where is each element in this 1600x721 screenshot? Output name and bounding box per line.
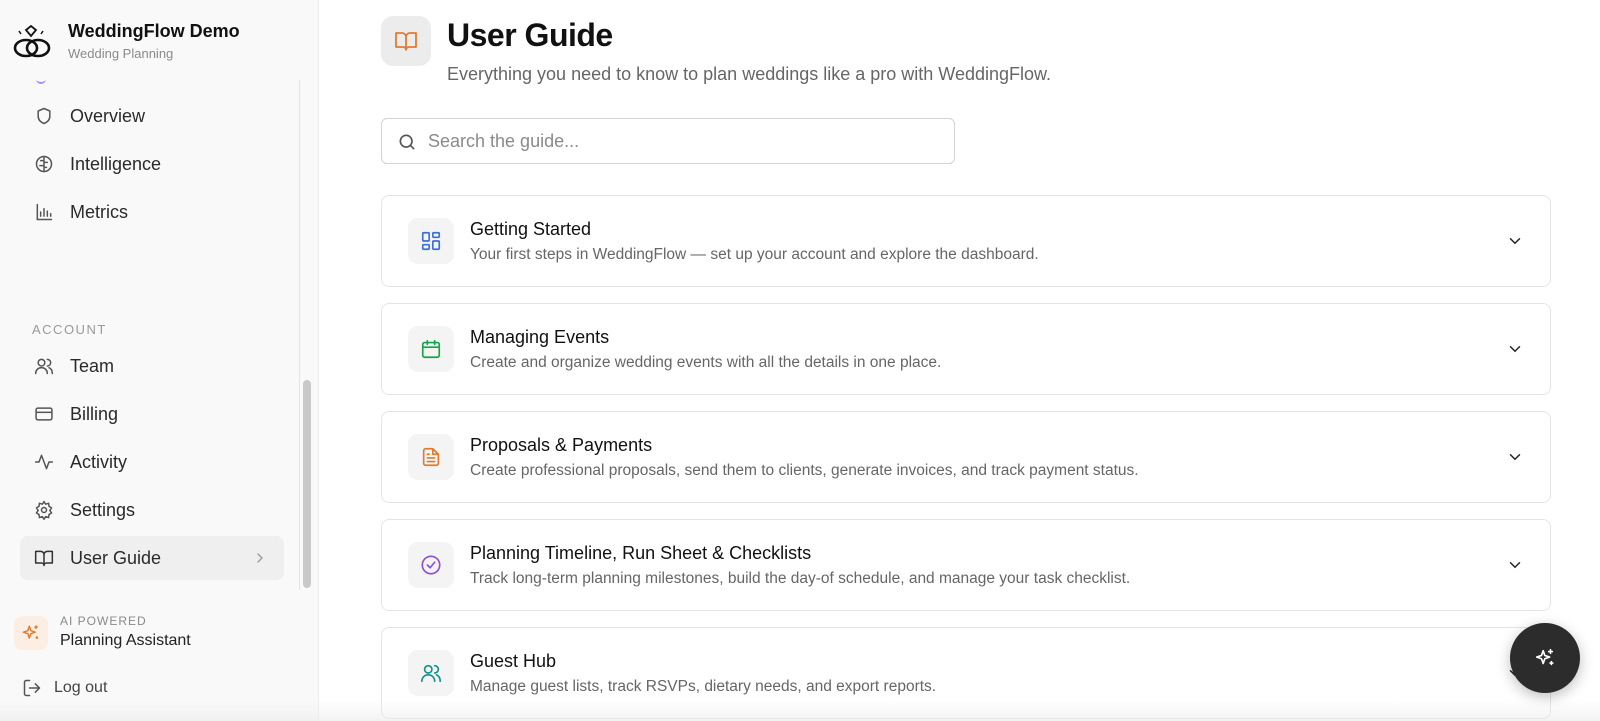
guide-section-getting-started[interactable]: Getting Started Your first steps in Wedd… (381, 195, 1551, 287)
sidebar-item-label: Activity (70, 452, 128, 472)
ai-kicker: AI POWERED (60, 614, 147, 628)
ai-assistant-fab[interactable] (1510, 623, 1580, 693)
logout-icon (23, 679, 41, 697)
sidebar-item-settings[interactable]: Settings (20, 488, 284, 532)
section-description: Create professional proposals, send them… (470, 462, 1139, 479)
section-description: Your first steps in WeddingFlow — set up… (470, 246, 1039, 263)
sidebar-item-intelligence[interactable]: Intelligence (20, 142, 284, 186)
sidebar-item-billing[interactable]: Billing (20, 392, 284, 436)
sidebar-item-label: Team (70, 356, 115, 376)
sidebar-item-label: Intelligence (70, 154, 162, 174)
layout-grid-icon (408, 218, 454, 264)
logout-button[interactable]: Log out (22, 677, 222, 699)
shield-icon (37, 107, 51, 125)
sidebar-item-team[interactable]: Team (20, 344, 284, 388)
sidebar-item-label: User Guide (70, 548, 162, 568)
chevron-down-icon[interactable] (1506, 340, 1524, 358)
sparkles-icon (14, 616, 48, 650)
credit-card-icon (35, 407, 53, 421)
sidebar-scrollbar[interactable] (303, 380, 311, 588)
check-circle-icon (408, 542, 454, 588)
guide-section-guest-hub[interactable]: Guest Hub Manage guest lists, track RSVP… (381, 627, 1551, 719)
sidebar: WeddingFlow Demo Wedding Planning Overvi… (0, 0, 319, 721)
logout-label: Log out (54, 679, 108, 696)
users-icon (34, 358, 54, 375)
bar-chart-icon (36, 203, 53, 221)
search-box[interactable] (381, 118, 955, 164)
section-title: Proposals & Payments (470, 435, 653, 455)
search-input[interactable] (428, 127, 928, 155)
guide-section-managing-events[interactable]: Managing Events Create and organize wedd… (381, 303, 1551, 395)
calendar-icon (408, 326, 454, 372)
sidebar-item-overview[interactable]: Overview (20, 94, 284, 138)
sidebar-item-activity[interactable]: Activity (20, 440, 284, 484)
guide-section-proposals-payments[interactable]: Proposals & Payments Create professional… (381, 411, 1551, 503)
sidebar-item-metrics[interactable]: Metrics (20, 190, 284, 234)
book-open-icon (34, 550, 54, 567)
sidebar-item-label: Overview (70, 106, 146, 126)
chevron-down-icon[interactable] (1506, 448, 1524, 466)
sidebar-scroll-track (299, 80, 300, 590)
ai-title: Planning Assistant (60, 632, 191, 649)
page-title: User Guide (447, 17, 613, 53)
sidebar-item-label: Billing (70, 404, 119, 424)
sidebar-item-label: Settings (70, 500, 136, 520)
brain-icon (35, 155, 53, 173)
ai-assistant-link[interactable]: AI POWERED Planning Assistant (14, 614, 294, 652)
page-subtitle: Everything you need to know to plan wedd… (447, 64, 1052, 84)
section-title: Managing Events (470, 327, 610, 347)
sidebar-item-label: Metrics (70, 202, 128, 222)
file-text-icon (408, 434, 454, 480)
section-description: Track long-term planning milestones, bui… (470, 570, 1131, 587)
section-title: Getting Started (470, 219, 592, 239)
section-description: Create and organize wedding events with … (470, 354, 942, 371)
search-icon (399, 134, 415, 150)
section-label-account: ACCOUNT (32, 322, 107, 337)
sidebar-nav[interactable]: Overview Intelligence Metrics ACCOUNT Te… (0, 80, 300, 590)
partial-nav-icon (36, 80, 46, 84)
section-title: Guest Hub (470, 651, 557, 671)
users-icon (408, 650, 454, 696)
brand-header[interactable]: WeddingFlow Demo Wedding Planning (0, 0, 319, 80)
brand-subtitle: Wedding Planning (68, 46, 174, 61)
chevron-down-icon[interactable] (1506, 232, 1524, 250)
book-open-icon (381, 16, 431, 66)
sidebar-item-user-guide[interactable]: User Guide (20, 536, 284, 580)
section-description: Manage guest lists, track RSVPs, dietary… (470, 678, 937, 695)
gear-icon (35, 500, 53, 520)
rings-logo-icon (13, 24, 51, 58)
brand-name: WeddingFlow Demo (68, 21, 240, 41)
sparkles-icon (1535, 648, 1554, 666)
activity-icon (34, 454, 54, 470)
guide-section-planning-timeline[interactable]: Planning Timeline, Run Sheet & Checklist… (381, 519, 1551, 611)
main-content: User Guide Everything you need to know t… (319, 0, 1600, 721)
chevron-down-icon[interactable] (1506, 556, 1524, 574)
section-title: Planning Timeline, Run Sheet & Checklist… (470, 543, 812, 563)
chevron-right-icon (257, 553, 263, 563)
